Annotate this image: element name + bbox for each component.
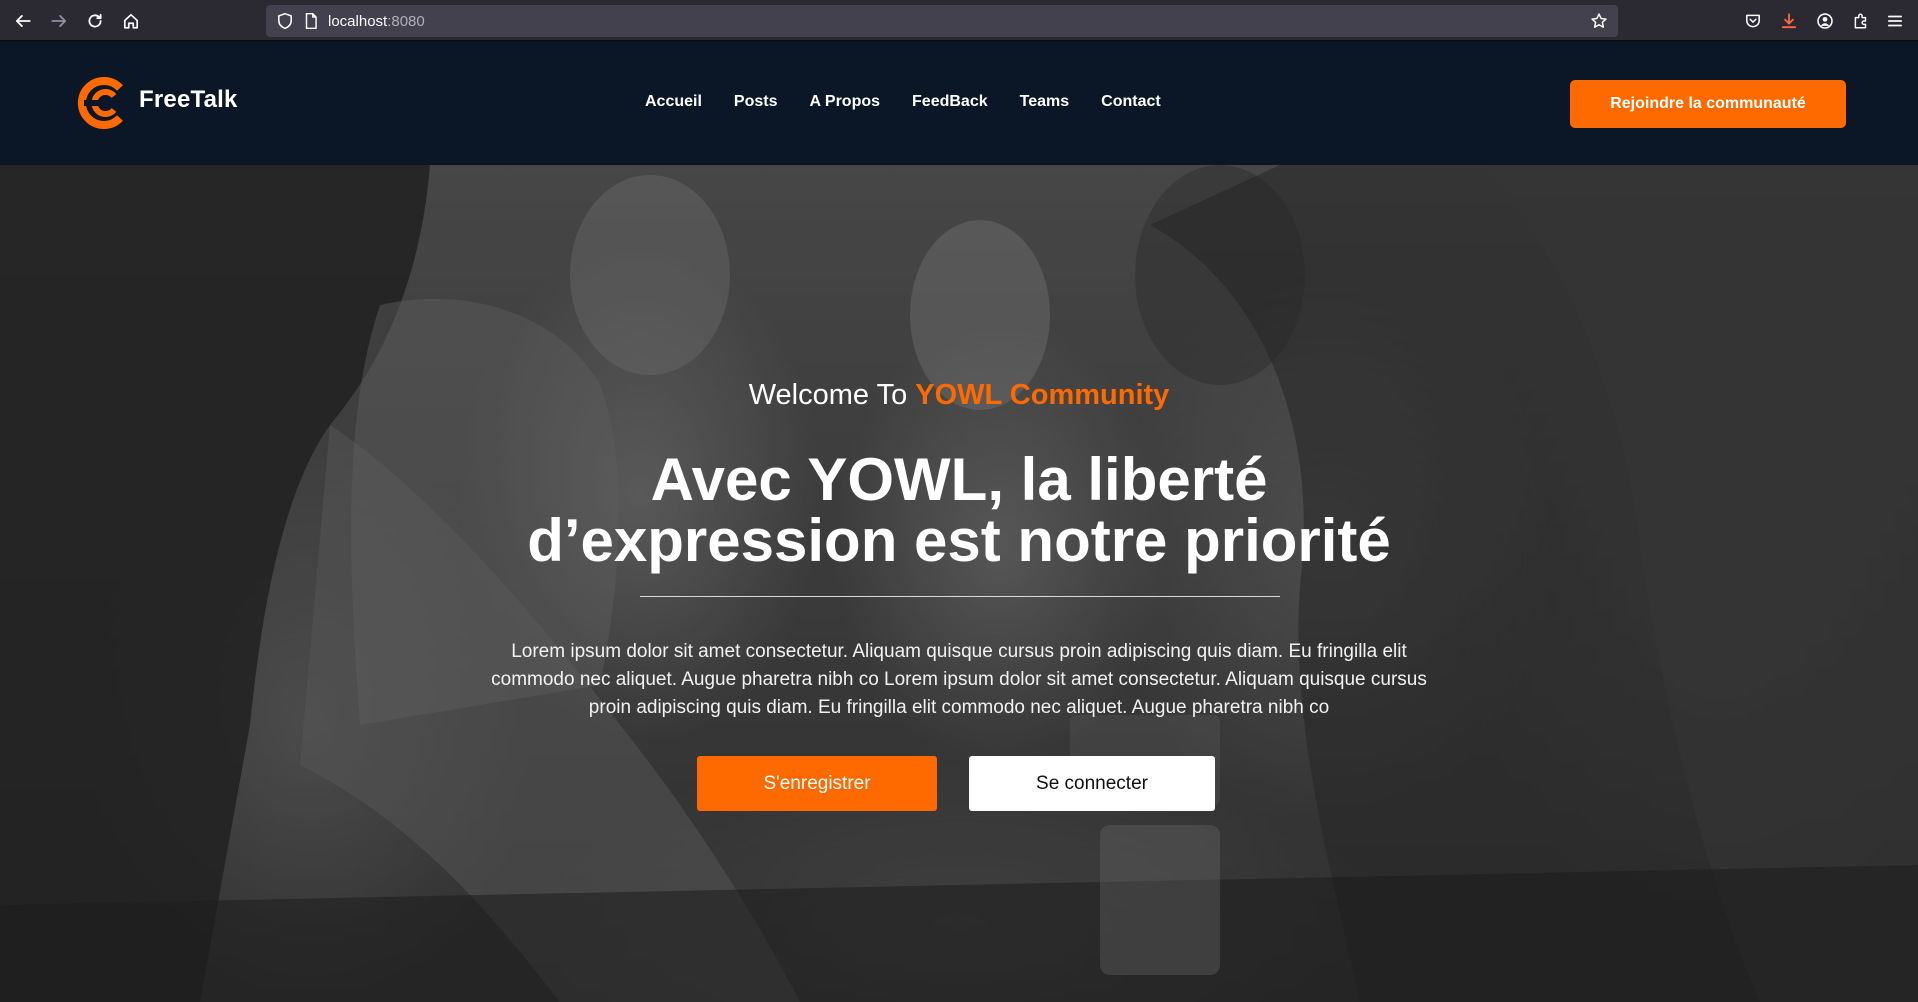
nav-feedback[interactable]: FeedBack (912, 93, 988, 111)
arrow-right-icon (51, 15, 67, 27)
headline-line-1: Avec YOWL, la liberté (650, 446, 1268, 513)
register-button[interactable]: S'enregistrer (697, 756, 937, 811)
welcome-heading: Welcome To YOWL Community (0, 379, 1918, 412)
url-host: localhost (328, 13, 388, 30)
url-port: :8080 (387, 13, 425, 30)
download-icon (1781, 13, 1797, 29)
page-icon (305, 12, 317, 30)
back-button[interactable] (10, 8, 36, 34)
extensions-button[interactable] (1848, 8, 1874, 34)
logo-text[interactable]: FreeTalk (139, 86, 238, 114)
bookmark-star-icon[interactable] (1590, 12, 1608, 30)
nav-a-propos[interactable]: A Propos (810, 93, 881, 111)
nav-accueil[interactable]: Accueil (645, 93, 702, 111)
browser-toolbar: localhost:8080 (0, 0, 1918, 41)
welcome-prefix: Welcome To (748, 379, 908, 411)
hero-lead-text: Lorem ipsum dolor sit amet consectetur. … (491, 641, 1427, 718)
main-nav: Accueil Posts A Propos FeedBack Teams Co… (645, 93, 1193, 111)
url-bar[interactable]: localhost:8080 (266, 5, 1618, 37)
pocket-button[interactable] (1740, 8, 1766, 34)
headline-line-2: d’expression est notre priorité (527, 507, 1391, 574)
forward-button[interactable] (46, 8, 72, 34)
site-navbar: FreeTalk Accueil Posts A Propos FeedBack… (0, 41, 1918, 165)
hamburger-menu-icon (1887, 15, 1903, 27)
welcome-accent: YOWL Community (915, 379, 1170, 411)
menu-button[interactable] (1882, 8, 1908, 34)
freetalk-logo-icon[interactable] (76, 74, 128, 132)
arrow-left-icon (15, 15, 31, 27)
account-icon (1817, 13, 1833, 29)
shield-icon[interactable] (276, 12, 294, 30)
reload-icon (88, 13, 102, 28)
account-button[interactable] (1812, 8, 1838, 34)
home-icon (123, 13, 139, 29)
hero-section: Welcome To YOWL Community Avec YOWL, la … (0, 165, 1918, 1002)
nav-contact[interactable]: Contact (1101, 93, 1161, 111)
nav-posts[interactable]: Posts (734, 93, 778, 111)
home-button[interactable] (118, 8, 144, 34)
reload-button[interactable] (82, 8, 108, 34)
join-community-button[interactable]: Rejoindre la communauté (1570, 80, 1846, 128)
url-text[interactable]: localhost:8080 (328, 13, 425, 30)
hero-divider (640, 596, 1280, 597)
downloads-button[interactable] (1776, 8, 1802, 34)
nav-teams[interactable]: Teams (1020, 93, 1070, 111)
hero-headline: Avec YOWL, la liberté d’expression est n… (0, 449, 1918, 571)
puzzle-icon (1854, 13, 1867, 29)
pocket-icon (1746, 14, 1760, 28)
hero-content: Welcome To YOWL Community Avec YOWL, la … (0, 165, 1918, 1002)
login-button[interactable]: Se connecter (969, 756, 1215, 811)
